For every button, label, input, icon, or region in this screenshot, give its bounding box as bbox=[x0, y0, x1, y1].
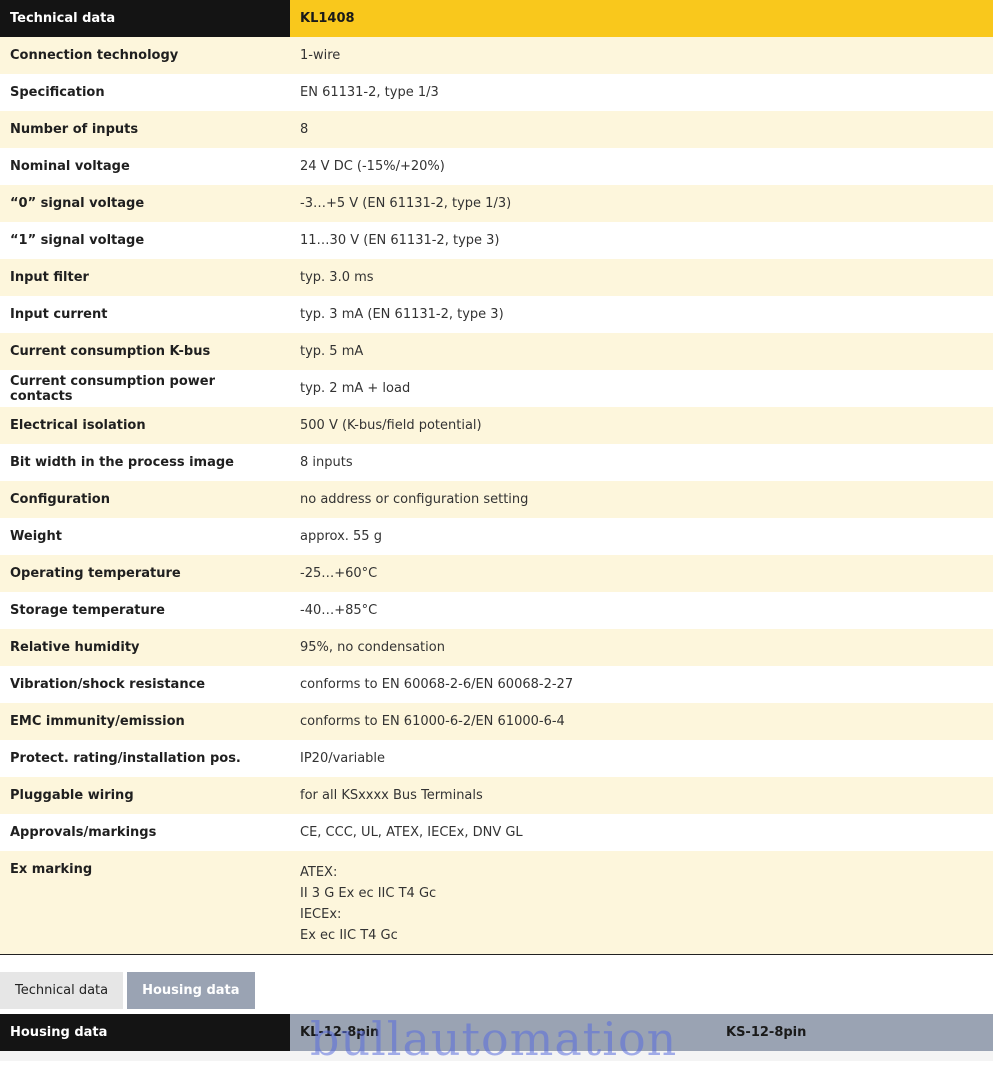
table-header-row: Technical data KL1408 bbox=[0, 0, 993, 37]
row-label: Approvals/markings bbox=[0, 814, 290, 851]
table-row: “0” signal voltage -3…+5 V (EN 61131-2, t… bbox=[0, 185, 993, 222]
row-label: Vibration/shock resistance bbox=[0, 666, 290, 703]
row-label: “1” signal voltage bbox=[0, 222, 290, 259]
row-label: Pluggable wiring bbox=[0, 777, 290, 814]
table-row: Current consumption K-bus typ. 5 mA bbox=[0, 333, 993, 370]
table-row: Connection technology 1-wire bbox=[0, 37, 993, 74]
table-row: Input filter typ. 3.0 ms bbox=[0, 259, 993, 296]
row-label: Configuration bbox=[0, 481, 290, 518]
row-value: 8 inputs bbox=[290, 444, 993, 481]
table-row: Bit width in the process image 8 inputs bbox=[0, 444, 993, 481]
row-value: ATEX: II 3 G Ex ec IIC T4 Gc IECEx: Ex ec I… bbox=[290, 851, 993, 955]
table-row: Vibration/shock resistance conforms to EN… bbox=[0, 666, 993, 703]
table-row: Operating temperature -25…+60°C bbox=[0, 555, 993, 592]
ex-marking-line: II 3 G Ex ec IIC T4 Gc bbox=[300, 886, 437, 901]
row-label: Bit width in the process image bbox=[0, 444, 290, 481]
row-label: Connection technology bbox=[0, 37, 290, 74]
row-value: -3…+5 V (EN 61131-2, type 1/3) bbox=[290, 185, 993, 222]
row-label: Number of inputs bbox=[0, 111, 290, 148]
row-value: no address or configuration setting bbox=[290, 481, 993, 518]
tab-technical-data[interactable]: Technical data bbox=[0, 972, 124, 1009]
row-label: Relative humidity bbox=[0, 629, 290, 666]
row-label: Nominal voltage bbox=[0, 148, 290, 185]
table-row: Approvals/markings CE, CCC, UL, ATEX, IEC… bbox=[0, 814, 993, 851]
row-value: conforms to EN 61000-6-2/EN 61000-6-4 bbox=[290, 703, 993, 740]
row-value: CE, CCC, UL, ATEX, IECEx, DNV GL bbox=[290, 814, 993, 851]
data-tabs: Technical data Housing data bbox=[0, 972, 255, 1009]
row-value: 500 V (K-bus/field potential) bbox=[290, 407, 993, 444]
table-header-product: KL1408 bbox=[290, 0, 993, 37]
row-label: Storage temperature bbox=[0, 592, 290, 629]
row-label: Current consumption K-bus bbox=[0, 333, 290, 370]
row-value: 24 V DC (-15%/+20%) bbox=[290, 148, 993, 185]
table-row: “1” signal voltage 11…30 V (EN 61131-2, t… bbox=[0, 222, 993, 259]
row-label: EMC immunity/emission bbox=[0, 703, 290, 740]
housing-column-ks: KS-12-8pin bbox=[716, 1014, 993, 1051]
table-row: Relative humidity 95%, no condensation bbox=[0, 629, 993, 666]
row-value: typ. 3.0 ms bbox=[290, 259, 993, 296]
table-row-ex-marking: Ex marking ATEX: II 3 G Ex ec IIC T4 Gc IEC… bbox=[0, 851, 993, 955]
row-value: 95%, no condensation bbox=[290, 629, 993, 666]
row-label: Specification bbox=[0, 74, 290, 111]
row-label: Input filter bbox=[0, 259, 290, 296]
row-label: Current consumption power contacts bbox=[0, 370, 290, 407]
table-row: Pluggable wiring for all KSxxxx Bus Termi… bbox=[0, 777, 993, 814]
ex-marking-line: Ex ec IIC T4 Gc bbox=[300, 928, 398, 943]
housing-header-label: Housing data bbox=[0, 1014, 290, 1051]
row-value: 8 bbox=[290, 111, 993, 148]
row-label: Weight bbox=[0, 518, 290, 555]
ex-marking-line: IECEx: bbox=[300, 907, 342, 922]
table-row: Specification EN 61131-2, type 1/3 bbox=[0, 74, 993, 111]
row-value: typ. 5 mA bbox=[290, 333, 993, 370]
row-value: -40…+85°C bbox=[290, 592, 993, 629]
table-row: Nominal voltage 24 V DC (-15%/+20%) bbox=[0, 148, 993, 185]
table-row: Configuration no address or configuration… bbox=[0, 481, 993, 518]
row-value: EN 61131-2, type 1/3 bbox=[290, 74, 993, 111]
table-row: EMC immunity/emission conforms to EN 6100… bbox=[0, 703, 993, 740]
table-row: Protect. rating/installation pos. IP20/va… bbox=[0, 740, 993, 777]
row-value: conforms to EN 60068-2-6/EN 60068-2-27 bbox=[290, 666, 993, 703]
table-row: Weight approx. 55 g bbox=[0, 518, 993, 555]
tab-housing-data[interactable]: Housing data bbox=[127, 972, 255, 1009]
row-label: Electrical isolation bbox=[0, 407, 290, 444]
row-value: typ. 3 mA (EN 61131-2, type 3) bbox=[290, 296, 993, 333]
table-header-label: Technical data bbox=[0, 0, 290, 37]
housing-row-strip bbox=[0, 1051, 993, 1061]
table-row: Number of inputs 8 bbox=[0, 111, 993, 148]
row-value: 1-wire bbox=[290, 37, 993, 74]
row-value: typ. 2 mA + load bbox=[290, 370, 993, 407]
housing-data-header: Housing data KL-12-8pin KS-12-8pin bbox=[0, 1014, 993, 1051]
row-label: Protect. rating/installation pos. bbox=[0, 740, 290, 777]
table-row: Input current typ. 3 mA (EN 61131-2, type… bbox=[0, 296, 993, 333]
table-row: Electrical isolation 500 V (K-bus/field p… bbox=[0, 407, 993, 444]
row-value: IP20/variable bbox=[290, 740, 993, 777]
technical-data-table: Technical data KL1408 Connection technol… bbox=[0, 0, 993, 955]
row-value: for all KSxxxx Bus Terminals bbox=[290, 777, 993, 814]
housing-column-kl: KL-12-8pin bbox=[290, 1014, 716, 1051]
row-label: Input current bbox=[0, 296, 290, 333]
table-row: Current consumption power contacts typ. 2… bbox=[0, 370, 993, 407]
row-value: approx. 55 g bbox=[290, 518, 993, 555]
row-value: -25…+60°C bbox=[290, 555, 993, 592]
row-label: Operating temperature bbox=[0, 555, 290, 592]
table-row: Storage temperature -40…+85°C bbox=[0, 592, 993, 629]
row-label: “0” signal voltage bbox=[0, 185, 290, 222]
row-value: 11…30 V (EN 61131-2, type 3) bbox=[290, 222, 993, 259]
ex-marking-line: ATEX: bbox=[300, 865, 338, 880]
row-label: Ex marking bbox=[0, 851, 290, 955]
